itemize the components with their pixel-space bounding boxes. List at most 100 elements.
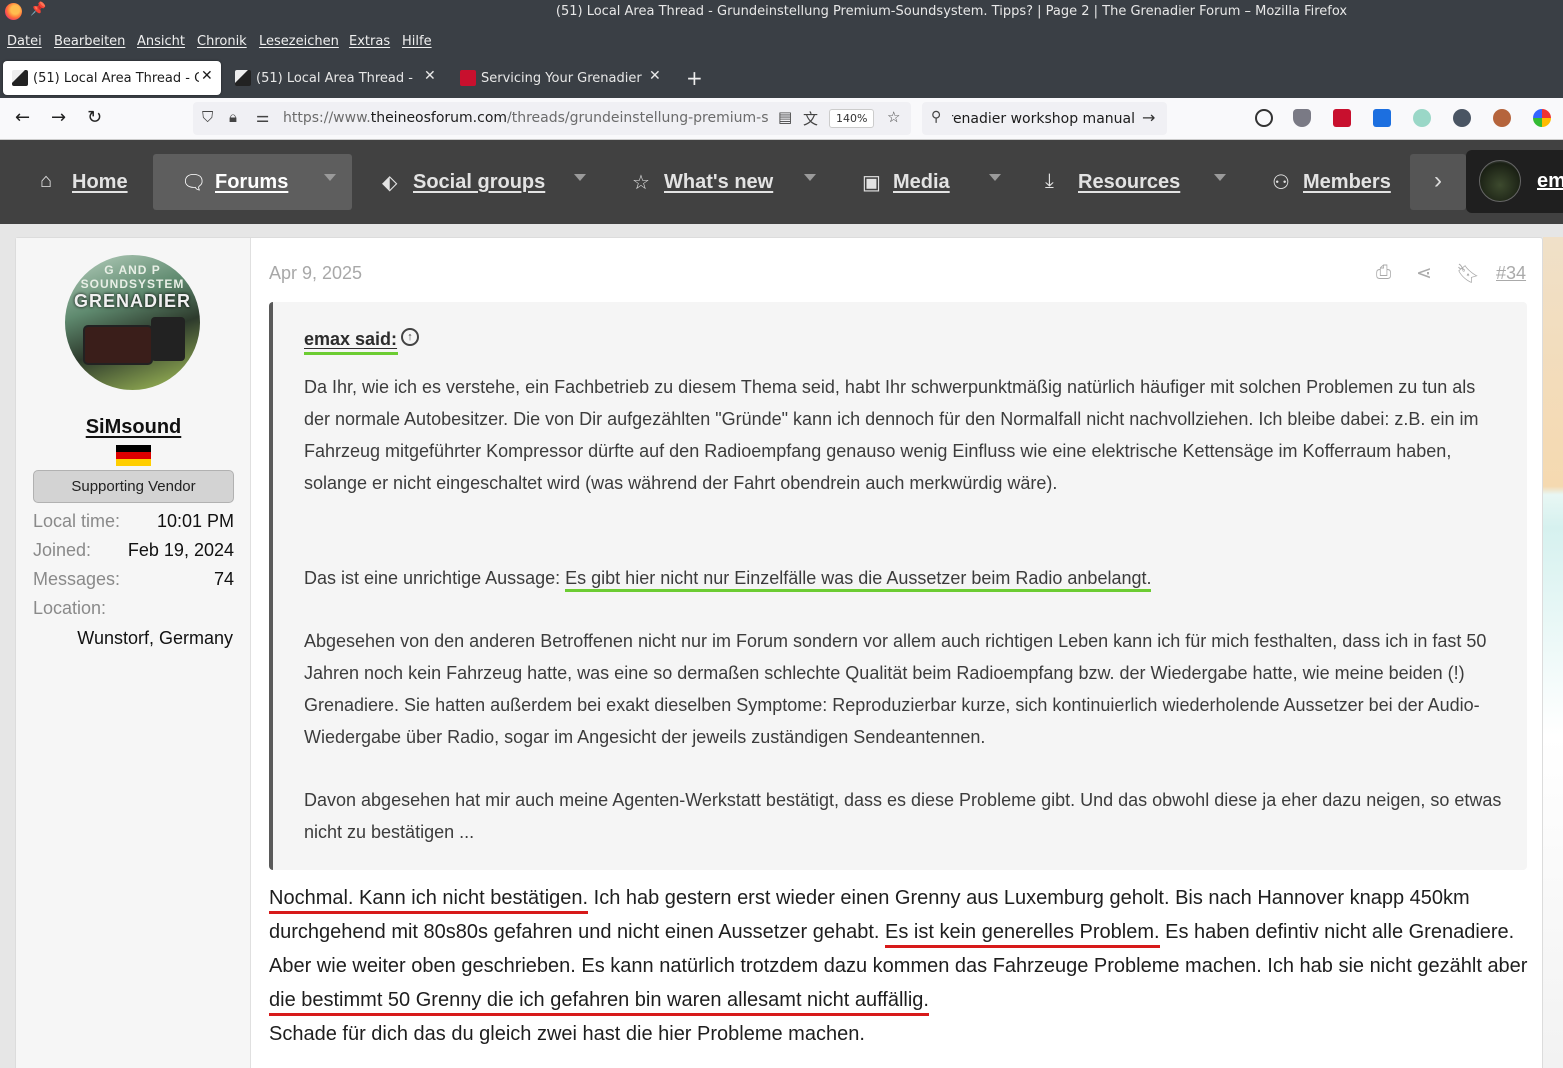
quote-paragraph-4: Davon abgesehen hat mir auch meine Agent… xyxy=(304,790,1502,842)
avatar-top-text: G AND P xyxy=(104,263,161,277)
close-icon[interactable]: ✕ xyxy=(201,68,213,84)
speaker-graphic xyxy=(151,317,185,361)
nav-label: Home xyxy=(72,171,128,193)
shield-icon[interactable]: ⛉ xyxy=(202,108,213,126)
close-icon[interactable]: ✕ xyxy=(424,68,436,84)
stat-location-value[interactable]: Wunstorf, Germany xyxy=(77,628,233,649)
new-tab-button[interactable]: + xyxy=(686,66,703,90)
search-bar[interactable]: ⚲ grenadier workshop manual → xyxy=(922,102,1167,135)
url-text[interactable]: https://www.theineosforum.com/threads/gr… xyxy=(283,110,768,126)
tab-local-area-thread-2[interactable]: (51) Local Area Thread - 2. ✕ xyxy=(226,61,444,95)
nav-social-groups[interactable]: ⬖ Social groups xyxy=(370,154,595,210)
forum-nav: ⌂ Home 🗨︎ Forums ⬖ Social groups ☆ What'… xyxy=(0,140,1563,224)
nav-forums[interactable]: 🗨︎ Forums xyxy=(153,154,352,210)
tab-title: (51) Local Area Thread - Gr xyxy=(33,71,199,86)
nav-media[interactable]: ▣ Media xyxy=(850,154,1010,210)
nav-resources[interactable]: ⤓ Resources xyxy=(1033,154,1233,210)
music-extension-icon[interactable] xyxy=(1413,109,1431,127)
user-icon: ⚇ xyxy=(1272,172,1290,194)
stat-value[interactable]: 74 xyxy=(214,569,234,590)
image-icon: ▣ xyxy=(862,172,881,194)
post-body: Nochmal. Kann ich nicht bestätigen. Ich … xyxy=(269,881,1531,1051)
quote-author-link[interactable]: emax said: xyxy=(304,329,397,350)
body-highlight-red: Nochmal. Kann ich nicht bestätigen. xyxy=(269,887,589,914)
cursor-extension-icon[interactable] xyxy=(1453,109,1471,127)
home-icon: ⌂ xyxy=(40,170,53,192)
post-date[interactable]: Apr 9, 2025 xyxy=(269,263,362,284)
background-edge xyxy=(1543,237,1563,1068)
tag-icon: ⬖ xyxy=(382,172,398,194)
body-highlight-red: Es ist kein generelles Problem. xyxy=(885,921,1160,948)
print-icon[interactable]: ⎙ xyxy=(1376,262,1391,284)
reader-view-icon[interactable]: ▤ xyxy=(778,108,792,126)
forum-favicon-icon xyxy=(235,70,251,86)
nav-home[interactable]: ⌂ Home xyxy=(28,154,138,210)
user-panel: G AND P SOUNDSYSTEM GRENADIER SiMsound S… xyxy=(16,238,251,1068)
nav-label: Members xyxy=(1303,171,1391,193)
nav-scroll-right-button[interactable]: › xyxy=(1410,154,1466,210)
nav-label: What's new xyxy=(664,171,774,193)
avatar-brand-text: GRENADIER xyxy=(73,291,191,311)
post-username[interactable]: SiMsound xyxy=(16,416,251,439)
post-number-link[interactable]: #34 xyxy=(1496,263,1526,284)
nav-label: Media xyxy=(893,171,950,193)
menu-bar: Datei Bearbeiten Ansicht Chronik Lesezei… xyxy=(0,24,1563,57)
nav-label: Forums xyxy=(215,171,289,193)
nav-whats-new[interactable]: ☆ What's new xyxy=(620,154,820,210)
nav-label: Resources xyxy=(1078,171,1181,193)
lock-icon[interactable]: 🔒︎ xyxy=(229,108,237,126)
ublock-origin-icon[interactable] xyxy=(1293,109,1311,127)
stat-label: Location: xyxy=(33,598,107,618)
permissions-icon[interactable]: ⚌ xyxy=(256,108,269,126)
cookie-extension-icon[interactable] xyxy=(1493,109,1511,127)
back-button[interactable]: ← xyxy=(15,107,30,128)
user-avatar[interactable]: G AND P SOUNDSYSTEM GRENADIER xyxy=(65,255,200,390)
tab-bar: (51) Local Area Thread - Gr ✕ (51) Local… xyxy=(0,57,1563,98)
forward-button[interactable]: → xyxy=(51,107,66,128)
window-title: (51) Local Area Thread - Grundeinstellun… xyxy=(555,4,1348,19)
menu-ansicht[interactable]: Ansicht xyxy=(137,34,185,49)
account-username: em xyxy=(1537,170,1563,192)
close-icon[interactable]: ✕ xyxy=(649,68,661,84)
account-icon[interactable] xyxy=(1255,109,1273,127)
account-menu[interactable]: em xyxy=(1466,150,1563,213)
translate-icon[interactable]: 文 xyxy=(803,108,818,129)
menu-chronik[interactable]: Chronik xyxy=(197,34,247,49)
color-extension-icon[interactable] xyxy=(1533,109,1551,127)
bookmark-star-icon[interactable]: ☆ xyxy=(887,108,900,126)
quote-highlight-green: Es gibt hier nicht nur Einzelfälle was d… xyxy=(565,568,1152,592)
chevron-down-icon[interactable] xyxy=(804,174,816,181)
tab-local-area-thread-1[interactable]: (51) Local Area Thread - Gr ✕ xyxy=(3,61,221,95)
chevron-down-icon[interactable] xyxy=(324,174,336,181)
share-icon[interactable]: ⋖ xyxy=(1416,262,1432,285)
reload-button[interactable]: ↻ xyxy=(87,107,102,128)
menu-hilfe[interactable]: Hilfe xyxy=(402,34,432,49)
search-go-button[interactable]: → xyxy=(1142,108,1155,127)
forums-icon: 🗨︎ xyxy=(181,172,207,194)
menu-datei[interactable]: Datei xyxy=(7,34,42,49)
search-input[interactable]: grenadier workshop manual xyxy=(952,111,1135,127)
stat-label: Local time: xyxy=(33,511,121,531)
chevron-down-icon[interactable] xyxy=(574,174,586,181)
star-icon: ☆ xyxy=(632,172,650,194)
tab-servicing-your-grenadier[interactable]: Servicing Your Grenadier | ✕ xyxy=(451,61,669,95)
menu-lesezeichen[interactable]: Lesezeichen xyxy=(259,34,339,49)
car-graphic xyxy=(83,325,153,365)
pdf-extension-icon[interactable] xyxy=(1333,109,1351,127)
stat-label: Joined: xyxy=(33,540,92,560)
tab-title: (51) Local Area Thread - 2. xyxy=(256,71,416,86)
stat-local-time: Local time: 10:01 PM xyxy=(33,511,234,532)
menu-extras[interactable]: Extras xyxy=(349,34,390,49)
account-avatar xyxy=(1479,160,1521,202)
user-title-badge: Supporting Vendor xyxy=(33,470,234,503)
post-container: G AND P SOUNDSYSTEM GRENADIER SiMsound S… xyxy=(15,237,1543,1068)
add-extension-icon[interactable] xyxy=(1373,109,1391,127)
bookmark-icon[interactable]: 🔖︎ xyxy=(1456,262,1480,286)
menu-bearbeiten[interactable]: Bearbeiten xyxy=(54,34,125,49)
nav-members[interactable]: ⚇ Members xyxy=(1260,154,1400,210)
url-bar[interactable]: ⛉ 🔒︎ ⚌ https://www.theineosforum.com/thr… xyxy=(193,102,911,135)
chevron-down-icon[interactable] xyxy=(1214,174,1226,181)
zoom-level-badge[interactable]: 140% xyxy=(829,109,875,128)
chevron-down-icon[interactable] xyxy=(989,174,1001,181)
jump-to-quote-icon[interactable]: ↑ xyxy=(401,328,419,346)
